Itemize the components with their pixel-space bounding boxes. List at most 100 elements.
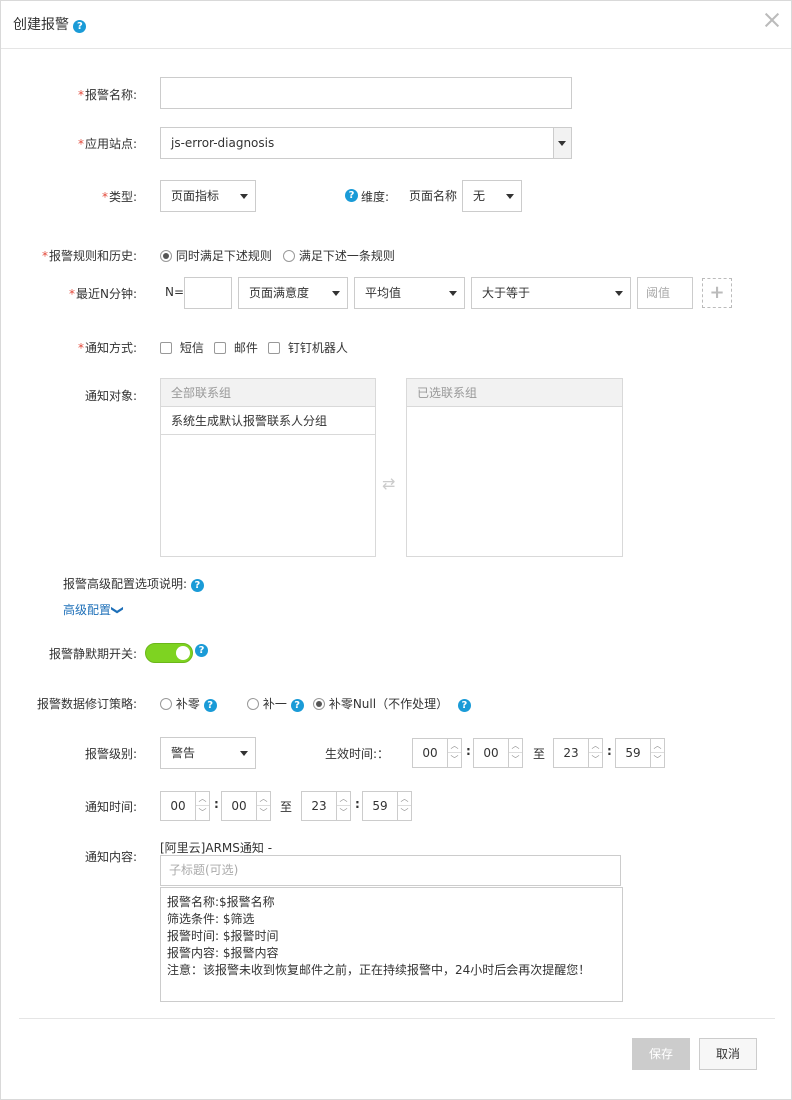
cancel-button[interactable]: 取消 [699,1038,757,1070]
repair-opt-zero-label: 补零 [175,697,200,711]
chevron-down-icon [615,291,623,296]
spin-value[interactable]: 23 [554,739,588,767]
app-site-dropdown-button[interactable] [553,128,571,158]
chevron-up-icon[interactable]: ︿ [509,739,522,753]
dimension-select[interactable]: 无 [462,180,522,212]
help-icon[interactable]: ? [195,644,208,657]
radio-unchecked[interactable] [160,698,172,710]
help-icon[interactable]: ? [457,699,471,712]
selected-groups-panel: 已选联系组 [406,378,623,557]
chevron-down-icon [558,141,566,146]
chevron-down-icon[interactable]: ﹀ [398,806,411,820]
checkbox[interactable] [214,342,226,354]
transfer-icon[interactable]: ⇄ [382,474,395,493]
notify-mail-option[interactable]: 邮件 [214,339,258,356]
footer-divider [19,1018,775,1019]
help-icon[interactable]: ? [345,189,358,202]
silence-label: 报警静默期开关: [48,647,137,661]
add-rule-plus-icon[interactable]: + [702,278,732,308]
notify-start-minute[interactable]: 00 ︿ ﹀ [221,791,271,821]
chevron-down-icon[interactable]: ﹀ [448,753,461,767]
effective-start-hour[interactable]: 00 ︿ ﹀ [412,738,462,768]
dimension-label: 维度: [361,190,390,204]
dialog-title: 创建报警 ? [13,14,87,34]
chevron-up-icon[interactable]: ︿ [589,739,602,753]
spin-value[interactable]: 00 [413,739,447,767]
chevron-down-icon[interactable]: ﹀ [651,753,664,767]
repair-opt-one[interactable]: 补一 ? [247,695,304,712]
alert-name-label: *报警名称: [77,88,137,102]
spin-value[interactable]: 59 [616,739,650,767]
toggle-knob [176,646,190,660]
spin-value[interactable]: 00 [222,792,256,820]
save-button[interactable]: 保存 [632,1038,690,1070]
level-select[interactable]: 警告 [160,737,256,769]
type-label: *类型: [101,190,137,204]
chevron-down-icon[interactable]: ﹀ [196,806,209,820]
effective-end-minute[interactable]: 59 ︿ ﹀ [615,738,665,768]
level-label: 报警级别: [84,747,137,761]
close-icon[interactable] [763,11,781,29]
list-item[interactable]: 系统生成默认报警联系人分组 [161,407,375,435]
repair-opt-zero[interactable]: 补零 ? [160,695,217,712]
rule-option-any[interactable]: 满足下述一条规则 [283,247,395,264]
advanced-config-link[interactable]: 高级配置❯ [63,601,125,618]
notify-start-hour[interactable]: 00 ︿ ﹀ [160,791,210,821]
type-select[interactable]: 页面指标 [160,180,256,212]
subtitle-input[interactable]: 子标题(可选) [160,855,621,886]
notify-end-hour[interactable]: 23 ︿ ﹀ [301,791,351,821]
repair-opt-null[interactable]: 补零Null（不作处理） ? [313,695,471,712]
chevron-down-icon[interactable]: ﹀ [589,753,602,767]
recent-n-label: *最近N分钟: [68,287,137,301]
help-icon[interactable]: ? [203,699,217,712]
radio-checked[interactable] [160,250,172,262]
chevron-up-icon[interactable]: ︿ [398,792,411,806]
aggregation-select[interactable]: 平均值 [354,277,465,309]
chevron-up-icon[interactable]: ︿ [651,739,664,753]
threshold-input[interactable]: 阈值 [637,277,693,309]
comparison-select[interactable]: 大于等于 [471,277,631,309]
repair-label: 报警数据修订策略: [36,697,137,711]
notify-time-label: 通知时间: [84,800,137,814]
notify-dingtalk-option[interactable]: 钉钉机器人 [268,339,348,356]
notify-target-label: 通知对象: [84,389,137,403]
help-icon[interactable]: ? [73,20,87,33]
chevron-down-icon[interactable]: ﹀ [257,806,270,820]
chevron-up-icon[interactable]: ︿ [257,792,270,806]
chevron-down-icon[interactable]: ﹀ [337,806,350,820]
dimension-name: 页面名称 [409,189,458,203]
chevron-up-icon[interactable]: ︿ [448,739,461,753]
effective-start-minute[interactable]: 00 ︿ ﹀ [473,738,523,768]
rule-option-all[interactable]: 同时满足下述规则 [160,247,272,264]
radio-checked[interactable] [313,698,325,710]
app-site-select[interactable]: js-error-diagnosis [160,127,572,159]
content-label: 通知内容: [84,850,137,864]
spin-value[interactable]: 00 [474,739,508,767]
repair-opt-null-label: 补零Null（不作处理） [328,697,449,711]
effective-end-hour[interactable]: 23 ︿ ﹀ [553,738,603,768]
notify-end-minute[interactable]: 59 ︿ ﹀ [362,791,412,821]
aggregation-value: 平均值 [365,286,402,300]
spin-value[interactable]: 59 [363,792,397,820]
chevron-up-icon[interactable]: ︿ [337,792,350,806]
dimension-value: 无 [473,189,486,203]
metric-select[interactable]: 页面满意度 [238,277,348,309]
notify-sms-option[interactable]: 短信 [160,339,204,356]
radio-unchecked[interactable] [247,698,259,710]
app-site-label: *应用站点: [77,137,137,151]
help-icon[interactable]: ? [290,699,304,712]
alert-name-input[interactable] [160,77,572,109]
chevron-down-icon[interactable]: ﹀ [509,753,522,767]
radio-unchecked[interactable] [283,250,295,262]
n-minutes-input[interactable] [184,277,232,309]
chevron-down-icon [240,194,248,199]
checkbox[interactable] [268,342,280,354]
spin-value[interactable]: 00 [161,792,195,820]
content-body-textarea[interactable]: 报警名称:$报警名称 筛选条件: $筛选 报警时间: $报警时间 报警内容: $… [160,887,623,1002]
help-icon[interactable]: ? [190,579,204,592]
chevron-up-icon[interactable]: ︿ [196,792,209,806]
spin-value[interactable]: 23 [302,792,336,820]
silence-toggle[interactable] [145,643,193,663]
checkbox[interactable] [160,342,172,354]
app-site-value: js-error-diagnosis [171,136,275,150]
